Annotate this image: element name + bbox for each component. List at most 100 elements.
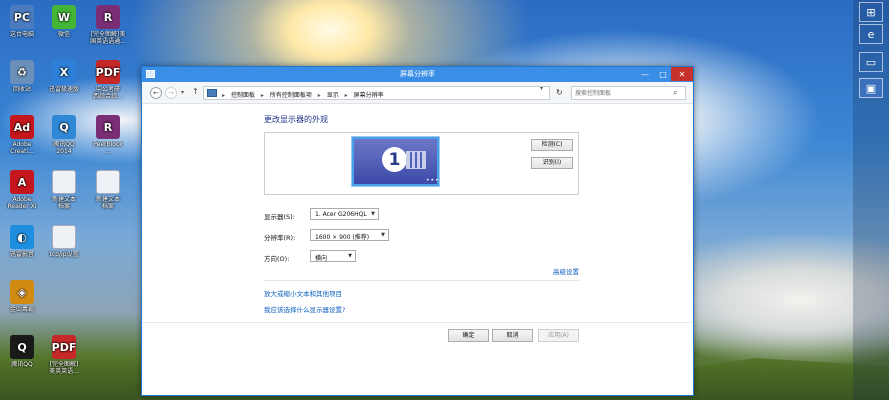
monitor-grid-icon [406,151,426,169]
recent-locations-chevron-icon[interactable]: ▾ [181,89,184,96]
desktop-icon-glyph-icon [52,225,76,249]
search-icon[interactable]: ⌕ [673,88,677,98]
desktop-icon[interactable]: PDF [完全图解] 美英英语... [42,335,86,375]
breadcrumb-separator: ▸ [222,92,226,99]
refresh-icon[interactable]: ↻ [556,88,563,97]
desktop-icon[interactable]: 新建文本 档案 [86,170,130,210]
address-bar[interactable]: ▸ 控制面板 ▸ 所有控制面板项 ▸ 显示 ▸ 屏幕分辨率 [203,86,550,100]
breadcrumb-display[interactable]: 显示 [327,92,339,99]
search-box[interactable]: ⌕ [571,86,686,100]
resolution-select-value: 1600 × 900 (推荐) [315,234,370,241]
desktop-icon-glyph-icon: PDF [52,335,76,359]
desktop-icon-label: [完全图解] 美英英语... [49,361,79,375]
desktop-icon-label: PeerBlock... [93,141,123,155]
resolution-label: 分辨率(R): [264,234,296,242]
desktop-icon-glyph-icon: R [96,115,120,139]
chevron-down-icon: ▼ [371,211,375,217]
text-size-link[interactable]: 放大或缩小文本和其他项目 [264,288,342,298]
desktop-icon[interactable]: PC 这台电脑 [0,5,44,45]
monitor-1-thumbnail[interactable]: 1 ••• [351,136,440,187]
charms-bar: ⊞ e ▭ ▣ [853,0,889,400]
monitor-dots-icon: ••• [426,177,440,184]
desktop-icon[interactable]: Q 腾讯QQ [0,335,44,375]
desktop-icon[interactable]: ◐ 迅雷影音 [0,225,44,265]
chevron-down-icon: ▼ [348,253,352,259]
file-explorer-icon[interactable]: ▭ [859,52,883,72]
display-label: 显示器(S): [264,213,295,221]
desktop-icon[interactable]: ◈ 金山毒霸 [0,280,44,320]
desktop-icon-glyph-icon: PC [10,5,34,29]
breadcrumb-all-items[interactable]: 所有控制面板项 [270,92,312,99]
maximize-button[interactable]: □ [654,67,672,81]
ok-button[interactable]: 确定 [448,329,489,342]
desktop-icon-glyph-icon: Q [10,335,34,359]
breadcrumb-control-panel[interactable]: 控制面板 [231,92,255,99]
chevron-down-icon: ▼ [381,232,385,238]
desktop-icon-glyph-icon [52,170,76,194]
desktop-icon-glyph-icon: A [10,170,34,194]
breadcrumb-separator: ▸ [317,92,321,99]
desktop-icon[interactable]: A Adobe Reader XI [0,170,44,210]
breadcrumb-separator: ▸ [260,92,264,99]
breadcrumb-screen-resolution[interactable]: 屏幕分辨率 [354,92,384,99]
desktop-icon-glyph-icon: ◈ [10,280,34,304]
divider [142,322,693,323]
close-button[interactable]: ✕ [671,67,693,81]
advanced-settings-link[interactable]: 高级设置 [553,266,579,276]
desktop-icon-label: Adobe Creati... [10,141,34,155]
monitor-preview-panel: 1 ••• 检测(C) 识别(I) [264,132,579,195]
orientation-label: 方向(O): [264,255,290,263]
address-dropdown-chevron-icon[interactable]: ▾ [540,85,543,92]
page-title: 更改显示器的外观 [264,115,328,124]
cancel-button[interactable]: 取消 [492,329,533,342]
desktop-icon[interactable]: R [完全图解]美 国英语语通... [86,5,130,45]
desktop-icon[interactable]: Q 腾讯QQ 2014 [42,115,86,155]
control-panel-icon [207,89,217,97]
desktop-icon-glyph-icon [96,170,120,194]
orientation-select-value: 横向 [315,255,328,262]
desktop-icon-label: [完全图解]美 国英语语通... [90,31,126,45]
desktop-icon-label: 中公考研 西综合综... [93,86,123,100]
desktop-icon[interactable]: W 微信 [42,5,86,45]
orientation-select[interactable]: 横向 ▼ [310,250,356,262]
display-select-value: 1. Acer G206HQL [315,211,367,218]
desktop-icon-glyph-icon: ♻ [10,60,34,84]
desktop-icon-label: 迅雷影音 [9,251,34,258]
title-bar[interactable]: 屏幕分辨率 — □ ✕ [142,67,693,82]
display-select[interactable]: 1. Acer G206HQL ▼ [310,208,379,220]
desktop-icon-label: 新建文本 档案 [95,196,120,210]
identify-button[interactable]: 识别(I) [531,157,573,169]
desktop-icon[interactable]: PDF 中公考研 西综合综... [86,60,130,100]
desktop-icon-glyph-icon: X [52,60,76,84]
forward-arrow-icon[interactable]: → [165,87,177,99]
desktop-icon-label: 回收站 [12,86,31,93]
apply-button[interactable]: 应用(A) [538,329,579,342]
desktop-icon-label: tcp/ip设置 [49,251,79,258]
desktop-icon-glyph-icon: ◐ [10,225,34,249]
breadcrumb-separator: ▸ [344,92,348,99]
desktop-icon-glyph-icon: W [52,5,76,29]
desktop-icon[interactable]: ♻ 回收站 [0,60,44,100]
divider [264,280,579,281]
search-input[interactable] [575,89,671,98]
detect-button[interactable]: 检测(C) [531,139,573,151]
resolution-select[interactable]: 1600 × 900 (推荐) ▼ [310,229,389,241]
display-settings-icon[interactable]: ▣ [859,78,883,98]
desktop-icon[interactable]: tcp/ip设置 [42,225,86,265]
internet-explorer-icon[interactable]: e [859,24,883,44]
desktop-icon[interactable]: Ad Adobe Creati... [0,115,44,155]
desktop-icon[interactable]: R PeerBlock... [86,115,130,155]
desktop-icon-label: 这台电脑 [9,31,34,38]
desktop-icon-label: 金山毒霸 [9,306,34,313]
desktop-icon-glyph-icon: PDF [96,60,120,84]
desktop-icon[interactable]: 新建文本 档案 [42,170,86,210]
display-settings-help-link[interactable]: 我应该选择什么显示器设置? [264,304,345,314]
desktop-icon-label: 迅雷极速版 [48,86,79,93]
back-arrow-icon[interactable]: ← [150,87,162,99]
address-toolbar: ← → ▾ ↑ ▸ 控制面板 ▸ 所有控制面板项 ▸ 显示 ▸ 屏幕分辨率 ▾ … [142,82,693,104]
windows-logo-icon[interactable]: ⊞ [859,2,883,22]
minimize-button[interactable]: — [636,67,654,81]
up-arrow-icon[interactable]: ↑ [192,87,199,96]
monitor-number-badge: 1 [382,147,407,172]
desktop-icon[interactable]: X 迅雷极速版 [42,60,86,100]
